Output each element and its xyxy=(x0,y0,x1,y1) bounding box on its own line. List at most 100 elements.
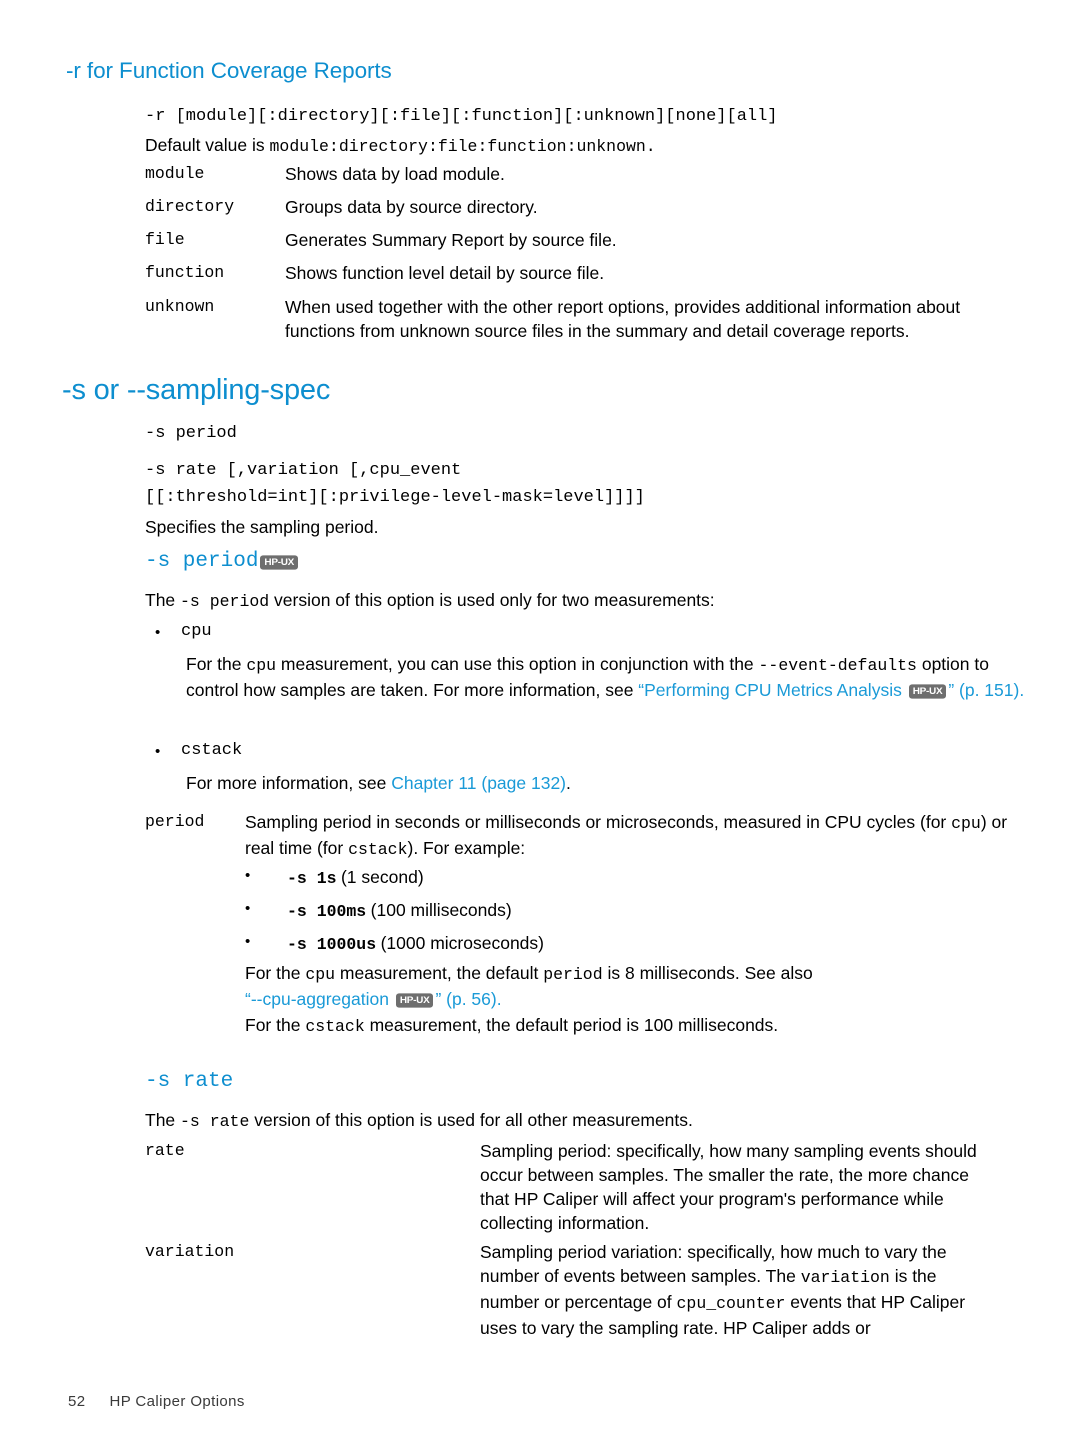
term-label: directory xyxy=(145,197,235,217)
bullet-cpu-label: cpu xyxy=(181,622,212,641)
section-s-syntax-line-2: -s rate [,variation [,cpu_event xyxy=(145,461,462,481)
rate-intro-pre: The xyxy=(145,1110,181,1130)
link-page-ref[interactable]: (p. 151). xyxy=(954,680,1024,700)
example-code: -s 1000us xyxy=(287,935,377,955)
link-text: “--cpu-aggregation xyxy=(245,988,394,1009)
s-period-intro: The -s period version of this option is … xyxy=(145,588,1025,614)
hpux-badge-icon: HP-UX xyxy=(395,993,434,1008)
section-r-syntax-line: -r [module][:directory][:file][:function… xyxy=(145,107,778,126)
table-row: rate Sampling period: specifically, how … xyxy=(145,1139,1035,1236)
example-text: (1 second) xyxy=(340,867,424,887)
hpux-badge-icon: HP-UX xyxy=(908,684,947,699)
period-examples-list: • -s 1s (1 second) • -s 100ms (100 milli… xyxy=(245,865,1025,964)
s-period-heading-text: -s period xyxy=(145,550,259,573)
default-cstack-pre: For the xyxy=(245,1015,306,1035)
term-label: file xyxy=(145,230,185,250)
default-cstack-code: cstack xyxy=(305,1017,365,1036)
section-r-term-list: module Shows data by load module. direct… xyxy=(145,162,1025,352)
term-description: When used together with the other report… xyxy=(285,296,961,341)
term-description: Shows function level detail by source fi… xyxy=(285,263,605,284)
term-description: Sampling period variation: specifically,… xyxy=(480,1240,992,1340)
cpu-code-1: cpu xyxy=(246,656,277,675)
s-period-intro-text: The -s period version of this option is … xyxy=(145,588,1025,614)
term-description: Shows data by load module. xyxy=(285,164,505,184)
s-rate-heading-wrap: -s rate xyxy=(145,1068,1045,1094)
period-desc-post: ). For example: xyxy=(407,837,526,858)
variation-code-1: variation xyxy=(800,1268,890,1288)
term-label: variation xyxy=(145,1242,235,1261)
section-r-default-prefix: Default value is xyxy=(145,135,270,155)
term-description: Generates Summary Report by source file. xyxy=(285,230,617,251)
page-footer: 52 HP Caliper Options xyxy=(68,1393,245,1410)
default-cpu-post: is 8 milliseconds. See also xyxy=(602,963,813,983)
link-performing-cpu-metrics-analysis[interactable]: “Performing CPU Metrics Analysis HP-UX” xyxy=(638,680,954,700)
link-chapter-11[interactable]: Chapter 11 (page 132) xyxy=(391,773,566,793)
default-cpu-code-1: cpu xyxy=(305,965,336,984)
cpu-body-pre: For the xyxy=(186,654,247,674)
document-page: -r for Function Coverage Reports -r [mod… xyxy=(0,0,1080,1438)
bullet-cpu-paragraph: For the cpu measurement, you can use thi… xyxy=(186,652,1026,702)
bullet-dot-icon: • xyxy=(245,867,251,884)
rate-intro-code: -s rate xyxy=(180,1112,250,1131)
intro-code: -s period xyxy=(180,592,270,611)
table-row: directory Groups data by source director… xyxy=(145,195,1025,219)
default-cpu-mid: measurement, the default xyxy=(335,963,544,983)
period-code-2: cstack xyxy=(348,839,408,859)
term-label: module xyxy=(145,164,205,183)
bullet-cstack-text: For more information, see Chapter 11 (pa… xyxy=(186,771,1026,795)
list-item: • -s 1s (1 second) xyxy=(245,865,1025,889)
s-rate-intro-text: The -s rate version of this option is us… xyxy=(145,1108,1025,1134)
list-item: • cstack xyxy=(155,741,1035,764)
bullet-cpu-text: For the cpu measurement, you can use thi… xyxy=(186,652,1026,702)
term-label: period xyxy=(145,812,205,831)
period-desc-pre: Sampling period in seconds or millisecon… xyxy=(245,812,952,832)
term-description: Sampling period: specifically, how many … xyxy=(480,1141,977,1234)
list-item: • -s 1000us (1000 microseconds) xyxy=(245,931,1025,955)
rate-definition-row: rate Sampling period: specifically, how … xyxy=(145,1139,1035,1236)
cpu-body-mid: measurement, you can use this option in … xyxy=(276,654,759,674)
bullet-dot-icon: • xyxy=(155,743,161,760)
intro-post: version of this option is used only for … xyxy=(269,590,715,610)
cpu-code-2: --event-defaults xyxy=(758,656,917,675)
section-r-default-value: module:directory:file:function:unknown. xyxy=(269,137,656,156)
s-rate-intro: The -s rate version of this option is us… xyxy=(145,1108,1025,1134)
bullet-dot-icon: • xyxy=(245,933,251,951)
bullet-cstack: • cstack xyxy=(155,741,1035,764)
default-cpu-text: For the cpu measurement, the default per… xyxy=(245,961,1035,987)
table-row: function Shows function level detail by … xyxy=(145,261,1025,285)
term-description: Sampling period in seconds or millisecon… xyxy=(245,810,1035,862)
example-code: -s 100ms xyxy=(287,902,367,922)
footer-page-number: 52 xyxy=(68,1393,86,1410)
section-s-syntax-line-3: [[:threshold=int][:privilege-level-mask=… xyxy=(145,487,645,507)
example-body: -s 1s (1 second) xyxy=(287,865,1025,889)
variation-code-2: cpu_counter xyxy=(676,1293,786,1313)
default-cstack-text: For the cstack measurement, the default … xyxy=(245,1013,1035,1039)
section-r-heading: -r for Function Coverage Reports xyxy=(66,58,392,83)
cstack-body-pre: For more information, see xyxy=(186,773,392,793)
link-page-ref[interactable]: (p. 56). xyxy=(441,989,501,1009)
default-cpu-pre: For the xyxy=(245,963,306,983)
example-text: (100 milliseconds) xyxy=(370,900,512,921)
bullet-cstack-body: cstack xyxy=(181,741,1035,760)
period-definition-row: period Sampling period in seconds or mil… xyxy=(145,810,1035,862)
bullet-dot-icon: • xyxy=(155,624,161,641)
bullet-cstack-label: cstack xyxy=(181,741,243,760)
period-code-1: cpu xyxy=(951,814,981,833)
rate-intro-post: version of this option is used for all o… xyxy=(249,1110,693,1130)
example-body: -s 1000us (1000 microseconds) xyxy=(287,931,1025,955)
link-cpu-aggregation[interactable]: “--cpu-aggregation HP-UX” xyxy=(245,989,441,1009)
link-text: “Performing CPU Metrics Analysis xyxy=(638,679,907,700)
section-r-syntax: -r [module][:directory][:file][:function… xyxy=(145,104,1025,130)
example-body: -s 100ms (100 milliseconds) xyxy=(287,898,1025,922)
s-period-heading-wrap: -s period HP-UX xyxy=(145,548,1045,574)
table-row: file Generates Summary Report by source … xyxy=(145,228,1025,252)
term-label: function xyxy=(145,263,225,283)
term-label: rate xyxy=(145,1141,185,1160)
table-row: period Sampling period in seconds or mil… xyxy=(145,810,1035,862)
section-r-heading-wrap: -r for Function Coverage Reports xyxy=(66,58,1026,84)
term-description: Groups data by source directory. xyxy=(285,197,538,218)
default-cpu-period: For the cpu measurement, the default per… xyxy=(245,961,1035,1011)
list-item: • -s 100ms (100 milliseconds) xyxy=(245,898,1025,922)
table-row: module Shows data by load module. xyxy=(145,162,1025,186)
